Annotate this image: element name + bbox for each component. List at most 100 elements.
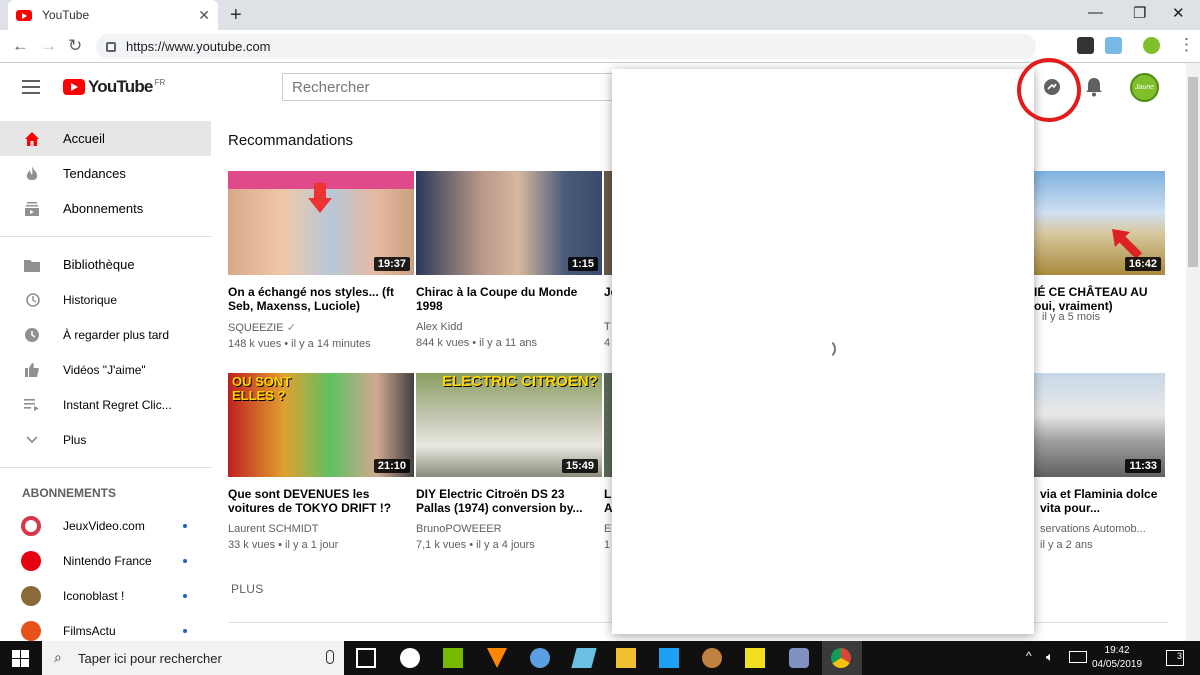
video-thumbnail[interactable]: OU SONT ELLES ? 21:10 <box>228 373 414 477</box>
task-view-icon[interactable] <box>356 648 376 668</box>
paint-palette-icon[interactable] <box>702 648 722 668</box>
video-thumbnail[interactable]: 11:33 <box>1034 373 1165 477</box>
browser-tab[interactable]: YouTube ✕ <box>8 0 218 30</box>
channel-avatar <box>21 620 41 641</box>
taskbar-clock[interactable]: 19:42 04/05/2019 <box>1092 644 1142 672</box>
sidebar-item-playlist[interactable]: Instant Regret Clic... <box>0 387 211 422</box>
video-channel[interactable]: Laurent SCHMIDT <box>228 523 414 535</box>
search-input[interactable]: Rechercher <box>282 73 622 101</box>
sidebar-item-tendances[interactable]: Tendances <box>0 156 211 191</box>
sidebar-item-plus[interactable]: Plus <box>0 422 211 457</box>
sidebar-divider <box>0 467 211 468</box>
sidebar-sub-iconoblast[interactable]: Iconoblast ! <box>0 578 211 613</box>
video-card[interactable]: 19:37 On a échangé nos styles... (ft Seb… <box>228 171 414 350</box>
video-title[interactable]: On a échangé nos styles... (ft Seb, Maxe… <box>228 285 414 313</box>
video-thumbnail[interactable]: 16:42 <box>1034 171 1165 275</box>
new-tab-button[interactable]: + <box>230 4 242 27</box>
keyboard-icon[interactable] <box>1069 651 1087 663</box>
video-duration: 1:15 <box>567 257 598 271</box>
video-channel[interactable]: BrunoPOWEEER <box>416 523 602 535</box>
tab-close-icon[interactable]: ✕ <box>198 7 210 24</box>
subscriptions-heading: ABONNEMENTS <box>22 486 117 500</box>
hamburger-menu-icon[interactable] <box>22 80 40 94</box>
video-title[interactable]: IÉ CE CHÂTEAU AU oui, vraiment) <box>1034 285 1165 313</box>
account-avatar[interactable]: Jaune <box>1130 73 1159 102</box>
video-thumbnail[interactable]: ELECTRIC CITROEN? 15:49 <box>416 373 602 477</box>
sub-label: Iconoblast ! <box>63 588 125 603</box>
video-channel[interactable]: SQUEEZIE ✓ <box>228 321 414 334</box>
forward-arrow-icon[interactable]: → <box>40 36 57 56</box>
sidebar-item-label: Historique <box>63 292 118 307</box>
lock-icon <box>106 41 116 52</box>
youtube-logo[interactable]: YouTube FR <box>63 77 165 97</box>
maximize-button[interactable]: ❐ <box>1133 4 1146 22</box>
sticky-notes-icon[interactable] <box>745 648 765 668</box>
menu-kebab-icon[interactable]: ⋮ <box>1178 35 1195 55</box>
sidebar-item-label: Tendances <box>63 166 126 181</box>
volume-icon[interactable]: 🔈︎ <box>1046 649 1054 665</box>
channel-avatar <box>21 585 41 606</box>
video-title[interactable]: Que sont DEVENUES les voitures de TOKYO … <box>228 487 414 515</box>
url-omnibox[interactable]: https://www.youtube.com <box>96 34 1036 59</box>
taskbar-search-input[interactable]: ⌕ Taper ici pour rechercher <box>42 641 344 675</box>
windows-start-icon[interactable] <box>12 650 29 667</box>
sidebar-item-abonnements[interactable]: Abonnements <box>0 191 211 226</box>
video-meta: 7,1 k vues • il y a 4 jours <box>416 539 535 551</box>
sidebar-item-videos-jaime[interactable]: Vidéos "J'aime" <box>0 352 211 387</box>
microphone-icon[interactable] <box>326 650 334 664</box>
reload-icon[interactable]: ↻ <box>68 36 82 56</box>
twitter-app-icon[interactable] <box>659 648 679 668</box>
sidebar-item-a-regarder-plus-tard[interactable]: À regarder plus tard <box>0 317 211 352</box>
video-card[interactable]: ELECTRIC CITROEN? 15:49 DIY Electric Cit… <box>416 373 602 551</box>
notifications-bell-icon[interactable] <box>1084 76 1104 98</box>
video-channel[interactable]: servations Automob... <box>1034 523 1165 535</box>
thumb-overlay-text: ELECTRIC CITROEN? <box>442 373 598 390</box>
video-thumbnail[interactable]: 1:15 <box>416 171 602 275</box>
notification-count: 3 <box>1176 651 1182 661</box>
video-card[interactable]: 11:33 via et Flaminia dolce vita pour...… <box>1034 373 1165 551</box>
discord-app-icon[interactable] <box>789 648 809 668</box>
close-window-button[interactable]: ✕ <box>1172 4 1185 22</box>
new-content-dot <box>183 558 187 563</box>
sidebar-item-label: À regarder plus tard <box>63 327 170 342</box>
tab-title: YouTube <box>42 8 90 22</box>
chrome-app-icon[interactable] <box>831 648 851 668</box>
back-arrow-icon[interactable]: ← <box>12 36 29 56</box>
chevron-up-icon[interactable]: ^ <box>1026 649 1032 663</box>
sidebar-item-historique[interactable]: Historique <box>0 282 211 317</box>
video-thumbnail[interactable]: 19:37 <box>228 171 414 275</box>
video-title[interactable]: via et Flaminia dolce vita pour... <box>1034 487 1165 515</box>
video-channel[interactable]: Alex Kidd <box>416 321 602 333</box>
video-card[interactable]: OU SONT ELLES ? 21:10 Que sont DEVENUES … <box>228 373 414 551</box>
sidebar-item-accueil[interactable]: Accueil <box>0 121 211 156</box>
file-explorer-icon[interactable] <box>616 648 636 668</box>
extension-image-icon[interactable] <box>1105 37 1122 54</box>
channel-avatar <box>21 550 41 571</box>
nvidia-app-icon[interactable] <box>443 648 463 668</box>
notification-center-icon[interactable]: 3 <box>1166 650 1184 666</box>
vlc-app-icon[interactable] <box>487 648 507 668</box>
paint-app-icon[interactable] <box>571 648 597 668</box>
sidebar-sub-nintendo[interactable]: Nintendo France <box>0 543 211 578</box>
logo-text: YouTube <box>88 77 153 96</box>
new-content-dot <box>183 523 187 528</box>
profile-avatar-icon[interactable] <box>1143 37 1160 54</box>
sidebar-item-label: Accueil <box>63 131 105 146</box>
cloud-app-icon[interactable] <box>530 648 550 668</box>
video-card[interactable]: 1:15 Chirac à la Coupe du Monde 1998 Ale… <box>416 171 602 349</box>
sidebar-sub-jeuxvideo[interactable]: JeuxVideo.com <box>0 508 211 543</box>
video-meta: il y a 5 mois <box>1042 311 1101 323</box>
video-card[interactable]: 16:42 IÉ CE CHÂTEAU AU oui, vraiment) il… <box>1034 171 1165 323</box>
plus-link[interactable]: PLUS <box>231 582 264 596</box>
minimize-button[interactable]: — <box>1088 4 1103 21</box>
xbox-app-icon[interactable] <box>400 648 420 668</box>
video-title[interactable]: DIY Electric Citroën DS 23 Pallas (1974)… <box>416 487 602 515</box>
page-scrollbar[interactable] <box>1186 63 1200 641</box>
video-title[interactable]: Chirac à la Coupe du Monde 1998 <box>416 285 602 313</box>
extension-shield-icon[interactable] <box>1077 37 1094 54</box>
sidebar-item-bibliotheque[interactable]: Bibliothèque <box>0 247 211 282</box>
video-duration: 19:37 <box>373 257 410 271</box>
scrollbar-thumb[interactable] <box>1188 77 1198 267</box>
sidebar: Accueil Tendances Abonnements Bibliothèq… <box>0 121 211 641</box>
logo-region: FR <box>154 77 166 87</box>
